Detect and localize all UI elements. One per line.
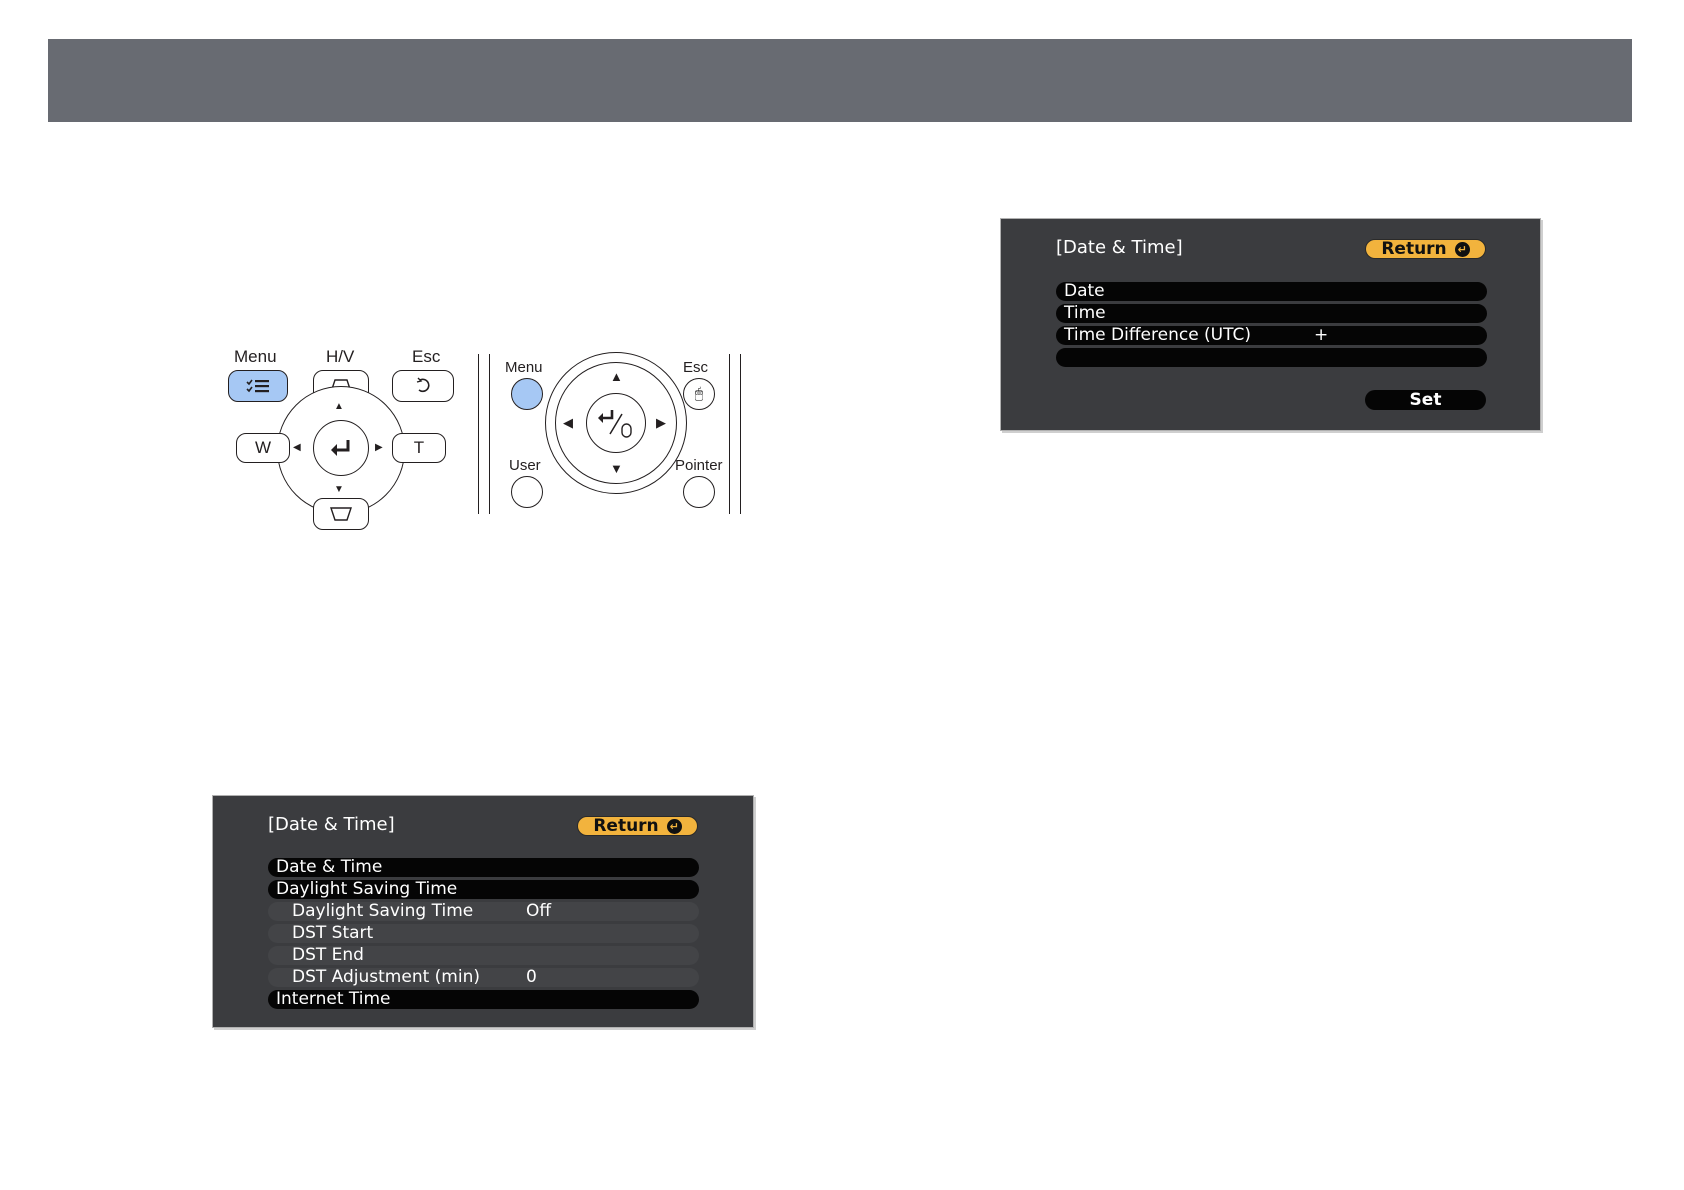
remote-control-illustration: Menu User Esc 🖱 Pointer ▲ ▼ ◀ ▶ <box>475 352 745 517</box>
menu-label: Menu <box>234 347 277 366</box>
row-label: Internet Time <box>276 989 391 1009</box>
enter-click-icon <box>598 410 632 438</box>
set-button[interactable]: Set <box>1365 390 1486 410</box>
esc-button[interactable]: 🖱 <box>683 378 715 410</box>
t-button[interactable]: T <box>392 433 446 463</box>
row-label: Daylight Saving Time <box>292 901 474 921</box>
menu-list-icon <box>246 379 269 393</box>
row-value: Off <box>526 901 552 921</box>
enter-icon <box>331 440 350 456</box>
esc-label: Esc <box>412 347 441 366</box>
row-label: DST Start <box>292 923 374 943</box>
menu-row-time[interactable]: Time <box>1056 304 1487 323</box>
user-button[interactable] <box>511 476 543 508</box>
keystone-bottom-button[interactable] <box>313 498 369 530</box>
return-icon: ↵ <box>666 818 682 834</box>
w-button[interactable]: W <box>236 433 290 463</box>
row-label: Date <box>1064 281 1105 301</box>
menu-row-date-time[interactable]: Date & Time <box>268 858 699 877</box>
hv-label: H/V <box>326 347 355 366</box>
menu-row-time-difference[interactable]: Time Difference (UTC) + <box>1056 326 1487 345</box>
return-label: Return <box>593 816 659 836</box>
control-panel-illustration: Menu H/V Esc ▲ ▼ ◀ ▶ W T <box>210 340 460 535</box>
pointer-label: Pointer <box>675 457 723 474</box>
left-arrow-icon: ◀ <box>293 442 301 453</box>
up-arrow-icon: ▲ <box>610 369 623 384</box>
mouse-icon: 🖱 <box>694 386 704 402</box>
menu-row-dst-adjustment[interactable]: DST Adjustment (min) 0 <box>268 968 699 987</box>
right-arrow-icon: ▶ <box>375 442 383 453</box>
menu-row-dst-toggle[interactable]: Daylight Saving Time Off <box>268 902 699 921</box>
row-label: Date & Time <box>276 857 383 877</box>
date-time-dst-osd-panel: [Date & Time] Return ↵ Date & Time Dayli… <box>212 795 754 1028</box>
menu-row-daylight-saving-time[interactable]: Daylight Saving Time <box>268 880 699 899</box>
enter-button[interactable] <box>586 393 646 453</box>
osd-title: [Date & Time] <box>268 814 395 835</box>
menu-row-empty <box>1056 348 1487 367</box>
down-arrow-icon: ▼ <box>610 461 623 476</box>
user-label: User <box>509 457 541 474</box>
menu-button[interactable] <box>511 378 543 410</box>
enter-button[interactable] <box>313 420 369 476</box>
return-button[interactable]: Return ↵ <box>1365 239 1486 259</box>
menu-row-dst-start[interactable]: DST Start <box>268 924 699 943</box>
date-time-osd-panel: [Date & Time] Return ↵ Date Time Time Di… <box>1000 218 1541 431</box>
down-arrow-icon: ▼ <box>334 484 344 495</box>
set-label: Set <box>1409 390 1442 410</box>
menu-row-date[interactable]: Date <box>1056 282 1487 301</box>
menu-row-internet-time[interactable]: Internet Time <box>268 990 699 1009</box>
esc-label: Esc <box>683 359 709 376</box>
row-label: DST End <box>292 945 364 965</box>
remote-edge-left <box>478 354 490 514</box>
row-value: 0 <box>526 967 537 987</box>
pointer-button[interactable] <box>683 476 715 508</box>
left-arrow-icon: ◀ <box>563 415 573 430</box>
up-arrow-icon: ▲ <box>334 401 344 412</box>
row-label: Daylight Saving Time <box>276 879 458 899</box>
esc-button[interactable] <box>392 370 454 402</box>
return-label: Return <box>1381 239 1447 259</box>
row-value: + <box>1314 325 1329 345</box>
row-label: Time <box>1064 303 1106 323</box>
menu-row-dst-end[interactable]: DST End <box>268 946 699 965</box>
return-icon: ↵ <box>1454 241 1470 257</box>
row-label: DST Adjustment (min) <box>292 967 480 987</box>
keystone-bottom-icon <box>330 507 352 521</box>
remote-edge-right <box>729 354 741 514</box>
menu-button[interactable] <box>228 370 288 402</box>
menu-label: Menu <box>505 359 543 376</box>
header-bar <box>48 39 1632 122</box>
back-arrow-icon <box>416 377 430 393</box>
row-label: Time Difference (UTC) <box>1064 325 1252 345</box>
return-button[interactable]: Return ↵ <box>577 816 698 836</box>
right-arrow-icon: ▶ <box>656 415 666 430</box>
osd-title: [Date & Time] <box>1056 237 1183 258</box>
